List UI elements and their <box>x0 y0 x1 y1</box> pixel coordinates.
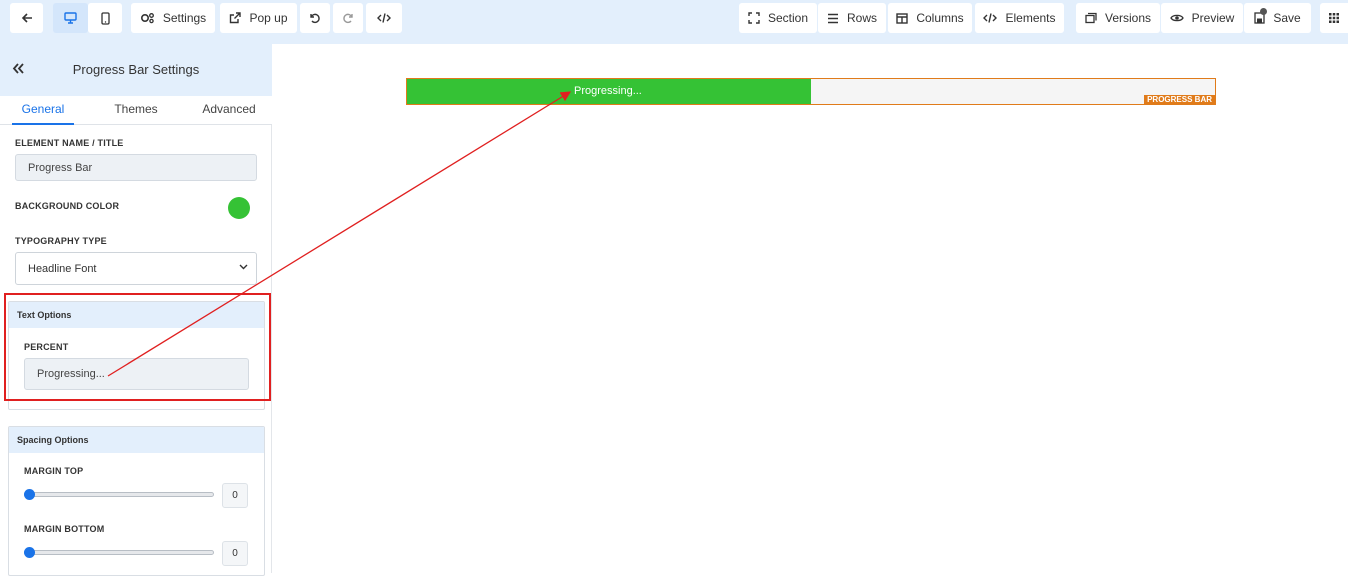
external-link-icon <box>230 12 242 24</box>
preview-label: Preview <box>1191 11 1235 25</box>
redo-icon <box>343 13 353 24</box>
mobile-view-button[interactable] <box>88 3 122 33</box>
element-name-input[interactable]: Progress Bar <box>15 154 257 181</box>
tab-themes[interactable]: Themes <box>105 96 167 125</box>
margin-bottom-value[interactable]: 0 <box>222 541 248 566</box>
columns-icon <box>896 12 909 24</box>
rows-label: Rows <box>846 11 877 25</box>
background-color-label: BACKGROUND COLOR <box>15 201 120 211</box>
typography-type-label: TYPOGRAPHY TYPE <box>15 236 107 246</box>
section-button[interactable]: Section <box>739 3 817 33</box>
top-toolbar: Settings Pop up Section Rows Columns Ele… <box>0 0 1348 44</box>
spacing-options-panel: Spacing Options MARGIN TOP 0 MARGIN BOTT… <box>8 426 265 576</box>
mobile-icon <box>100 11 110 25</box>
code-button[interactable] <box>366 3 402 33</box>
grid-icon <box>1329 13 1339 23</box>
code-icon <box>377 13 391 23</box>
margin-top-slider-thumb[interactable] <box>24 489 35 500</box>
columns-button[interactable]: Columns <box>888 3 972 33</box>
undo-icon <box>310 13 320 24</box>
arrow-left-icon <box>21 13 32 23</box>
sidebar-title: Progress Bar Settings <box>72 62 200 77</box>
section-label: Section <box>767 11 809 25</box>
spacing-options-header[interactable]: Spacing Options <box>9 427 264 453</box>
margin-top-label: MARGIN TOP <box>24 466 84 476</box>
chevron-down-icon <box>239 264 248 270</box>
settings-tabs: General Themes Advanced <box>0 96 272 125</box>
back-button[interactable] <box>10 3 43 33</box>
tab-advanced[interactable]: Advanced <box>198 96 260 125</box>
versions-button[interactable]: Versions <box>1076 3 1160 33</box>
save-label: Save <box>1273 11 1301 25</box>
versions-icon <box>1085 12 1097 24</box>
elements-button[interactable]: Elements <box>975 3 1064 33</box>
text-options-panel: Text Options PERCENT Progressing... <box>8 301 265 410</box>
versions-label: Versions <box>1104 11 1152 25</box>
undo-button[interactable] <box>300 3 330 33</box>
expand-icon <box>748 12 760 24</box>
text-options-header[interactable]: Text Options <box>9 302 264 328</box>
margin-bottom-slider-thumb[interactable] <box>24 547 35 558</box>
percent-input[interactable]: Progressing... <box>24 358 249 390</box>
tab-general[interactable]: General <box>12 96 74 125</box>
editor-canvas: Progressing... PROGRESS BAR <box>273 44 1348 573</box>
columns-label: Columns <box>916 11 964 25</box>
margin-bottom-label: MARGIN BOTTOM <box>24 524 105 534</box>
unsaved-indicator <box>1260 8 1267 15</box>
progress-bar-element[interactable]: Progressing... PROGRESS BAR <box>406 78 1216 105</box>
eye-icon <box>1169 14 1184 22</box>
margin-bottom-slider[interactable] <box>24 550 214 555</box>
code-icon <box>983 13 998 23</box>
preview-button[interactable]: Preview <box>1161 3 1243 33</box>
settings-sidebar: Progress Bar Settings General Themes Adv… <box>0 44 272 576</box>
typography-type-select[interactable]: Headline Font <box>15 252 257 285</box>
popup-button[interactable]: Pop up <box>220 3 297 33</box>
apps-menu-button[interactable] <box>1320 3 1348 33</box>
save-button[interactable]: Save <box>1244 3 1311 33</box>
element-name-label: ELEMENT NAME / TITLE <box>15 138 124 148</box>
percent-label: PERCENT <box>24 342 69 352</box>
redo-button[interactable] <box>333 3 363 33</box>
elements-label: Elements <box>1005 11 1056 25</box>
rows-icon <box>827 13 838 23</box>
settings-button[interactable]: Settings <box>131 3 215 33</box>
rows-button[interactable]: Rows <box>818 3 886 33</box>
progress-bar-text: Progressing... <box>574 85 642 97</box>
desktop-icon <box>64 12 77 24</box>
popup-label: Pop up <box>249 11 288 25</box>
element-type-tag: PROGRESS BAR <box>1144 95 1215 105</box>
margin-top-slider[interactable] <box>24 492 214 497</box>
typography-type-value: Headline Font <box>28 262 97 275</box>
sidebar-header: Progress Bar Settings <box>0 44 272 96</box>
margin-top-value[interactable]: 0 <box>222 483 248 508</box>
desktop-view-button[interactable] <box>53 3 88 33</box>
background-color-swatch[interactable] <box>228 197 250 219</box>
settings-label: Settings <box>162 11 207 25</box>
gears-icon <box>140 13 154 24</box>
